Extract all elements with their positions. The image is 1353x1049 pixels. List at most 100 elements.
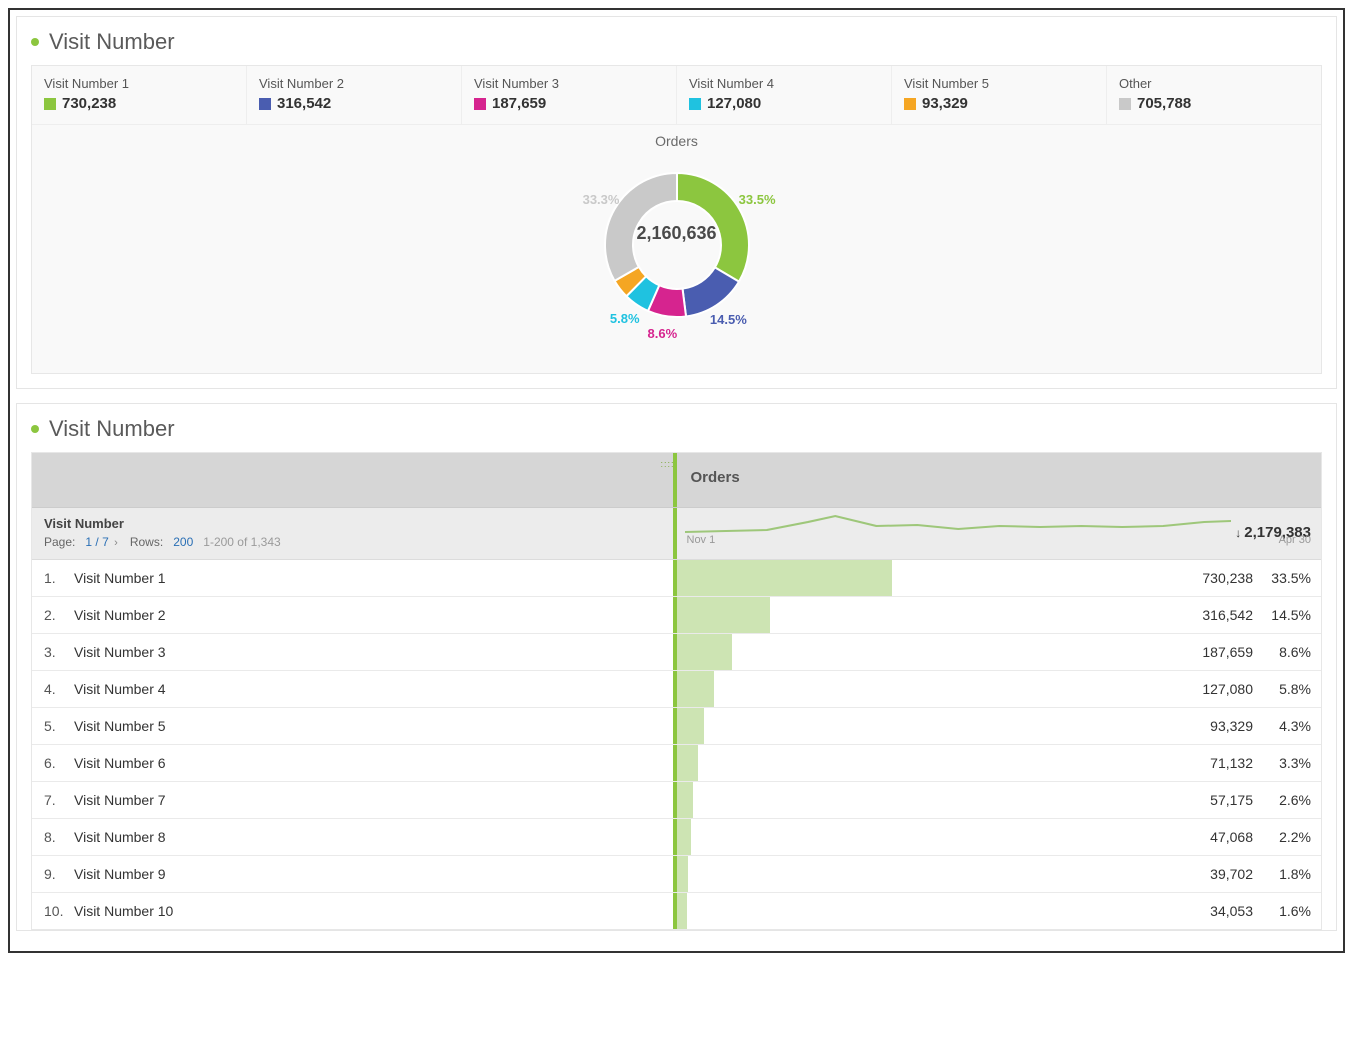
donut-chart: 2,160,636 33.5%14.5%8.6%5.8%33.3% <box>537 155 817 355</box>
row-label: Visit Number 4 <box>74 681 166 697</box>
table-paginator: Page: 1 / 7 › Rows: 200 1-200 of 1,343 <box>44 535 661 549</box>
table-header-row: :::: Orders <box>32 453 1321 508</box>
legend-item[interactable]: Visit Number 5 93,329 <box>892 66 1107 124</box>
table-row[interactable]: 6. Visit Number 6 71,132 3.3% <box>32 745 1321 782</box>
row-pct: 8.6% <box>1267 644 1311 660</box>
row-pct: 1.6% <box>1267 903 1311 919</box>
page-label: Page: <box>44 535 75 549</box>
table-row[interactable]: 10.Visit Number 1034,0531.6% <box>32 893 1321 929</box>
panel-title: Visit Number <box>49 29 175 55</box>
freeform-table: :::: Orders Visit Number Page: 1 / 7 › <box>31 452 1322 930</box>
row-label: Visit Number 8 <box>74 829 166 845</box>
legend-item[interactable]: Visit Number 4127,080 <box>677 66 892 124</box>
row-label: Visit Number 5 <box>74 718 166 734</box>
row-value: 39,702 <box>1189 866 1253 882</box>
legend-swatch-icon <box>474 98 486 110</box>
row-value: 316,542 <box>1189 607 1253 623</box>
row-bar <box>677 893 687 929</box>
rows-per-page[interactable]: 200 <box>173 535 193 549</box>
page-sep: / <box>95 535 98 549</box>
row-value: 93,329 <box>1189 718 1253 734</box>
donut-summary-card: Visit Number 1730,238Visit Number 2316,5… <box>31 65 1322 374</box>
table-row[interactable]: 9. Visit Number 9 39,702 1.8% <box>32 856 1321 893</box>
metric-orders-label: Orders <box>691 469 740 486</box>
visit-number-table-panel: Visit Number :::: Orders Visit Number Pa… <box>16 403 1337 931</box>
legend-swatch-icon <box>904 98 916 110</box>
table-row[interactable]: 4.Visit Number 4127,0805.8% <box>32 671 1321 708</box>
row-bar <box>677 560 893 596</box>
donut-pct-label: 33.5% <box>739 192 776 207</box>
row-index: 4. <box>44 681 62 697</box>
legend-item[interactable]: Visit Number 1730,238 <box>32 66 247 124</box>
row-value: 730,238 <box>1189 570 1253 586</box>
row-index: 7. <box>44 792 62 808</box>
page-next-icon[interactable]: › <box>112 537 120 549</box>
row-label: Visit Number 9 <box>74 866 166 882</box>
column-resize-handle-icon[interactable]: :::: <box>660 459 674 469</box>
row-pct: 1.8% <box>1267 866 1311 882</box>
donut-pct-label: 14.5% <box>710 312 747 327</box>
table-row[interactable]: 5.Visit Number 593,3294.3% <box>32 708 1321 745</box>
legend-value: 705,788 <box>1137 95 1191 112</box>
row-value: 34,053 <box>1189 903 1253 919</box>
legend-value: 316,542 <box>277 95 331 112</box>
table-row[interactable]: 1.Visit Number 1730,23833.5% <box>32 560 1321 597</box>
row-index: 1. <box>44 570 62 586</box>
donut-pct-label: 5.8% <box>610 311 640 326</box>
row-bar <box>677 634 732 670</box>
legend-value: 187,659 <box>492 95 546 112</box>
row-index: 6. <box>44 755 62 771</box>
row-label: Visit Number 7 <box>74 792 166 808</box>
row-label: Visit Number 10 <box>74 903 173 919</box>
legend-swatch-icon <box>689 98 701 110</box>
legend-value: 93,329 <box>922 95 968 112</box>
page-total: 7 <box>102 535 109 549</box>
row-label: Visit Number 3 <box>74 644 166 660</box>
legend-label: Visit Number 5 <box>904 76 1094 91</box>
legend-swatch-icon <box>259 98 271 110</box>
legend-value: 127,080 <box>707 95 761 112</box>
table-row[interactable]: 2.Visit Number 2316,54214.5% <box>32 597 1321 634</box>
legend-label: Visit Number 3 <box>474 76 664 91</box>
page-current[interactable]: 1 <box>85 535 92 549</box>
legend-item[interactable]: Visit Number 2316,542 <box>247 66 462 124</box>
row-pct: 14.5% <box>1267 607 1311 623</box>
row-bar <box>677 597 770 633</box>
legend-item[interactable]: Visit Number 3 187,659 <box>462 66 677 124</box>
status-dot-icon <box>31 425 39 433</box>
donut-pct-label: 33.3% <box>583 192 620 207</box>
row-bar <box>677 856 689 892</box>
legend-value: 730,238 <box>62 95 116 112</box>
row-bar <box>677 745 698 781</box>
row-bar <box>677 671 714 707</box>
row-value: 57,175 <box>1189 792 1253 808</box>
sparkline-end-date: Apr 30 <box>1279 534 1311 546</box>
donut-chart-title: Orders <box>32 133 1321 149</box>
row-pct: 3.3% <box>1267 755 1311 771</box>
dimension-title: Visit Number <box>44 516 661 531</box>
row-label: Visit Number 6 <box>74 755 166 771</box>
row-value: 187,659 <box>1189 644 1253 660</box>
row-pct: 2.2% <box>1267 829 1311 845</box>
legend-label: Other <box>1119 76 1309 91</box>
table-row[interactable]: 8. Visit Number 8 47,068 2.2% <box>32 819 1321 856</box>
row-index: 3. <box>44 644 62 660</box>
row-value: 71,132 <box>1189 755 1253 771</box>
table-row[interactable]: 7.Visit Number 757,1752.6% <box>32 782 1321 819</box>
row-bar <box>677 819 691 855</box>
row-index: 9. <box>44 866 62 882</box>
row-bar <box>677 708 705 744</box>
status-dot-icon <box>31 38 39 46</box>
legend-item[interactable]: Other 705,788 <box>1107 66 1321 124</box>
table-header-dimension[interactable]: :::: <box>32 453 677 507</box>
donut-center-total: 2,160,636 <box>537 223 817 244</box>
legend-row: Visit Number 1730,238Visit Number 2316,5… <box>32 66 1321 125</box>
table-body: 1.Visit Number 1730,23833.5%2.Visit Numb… <box>32 560 1321 929</box>
row-value: 47,068 <box>1189 829 1253 845</box>
table-row[interactable]: 3. Visit Number 3 187,659 8.6% <box>32 634 1321 671</box>
row-index: 5. <box>44 718 62 734</box>
row-index: 8. <box>44 829 62 845</box>
legend-swatch-icon <box>1119 98 1131 110</box>
row-pct: 33.5% <box>1267 570 1311 586</box>
table-header-metric[interactable]: Orders <box>677 453 1322 507</box>
